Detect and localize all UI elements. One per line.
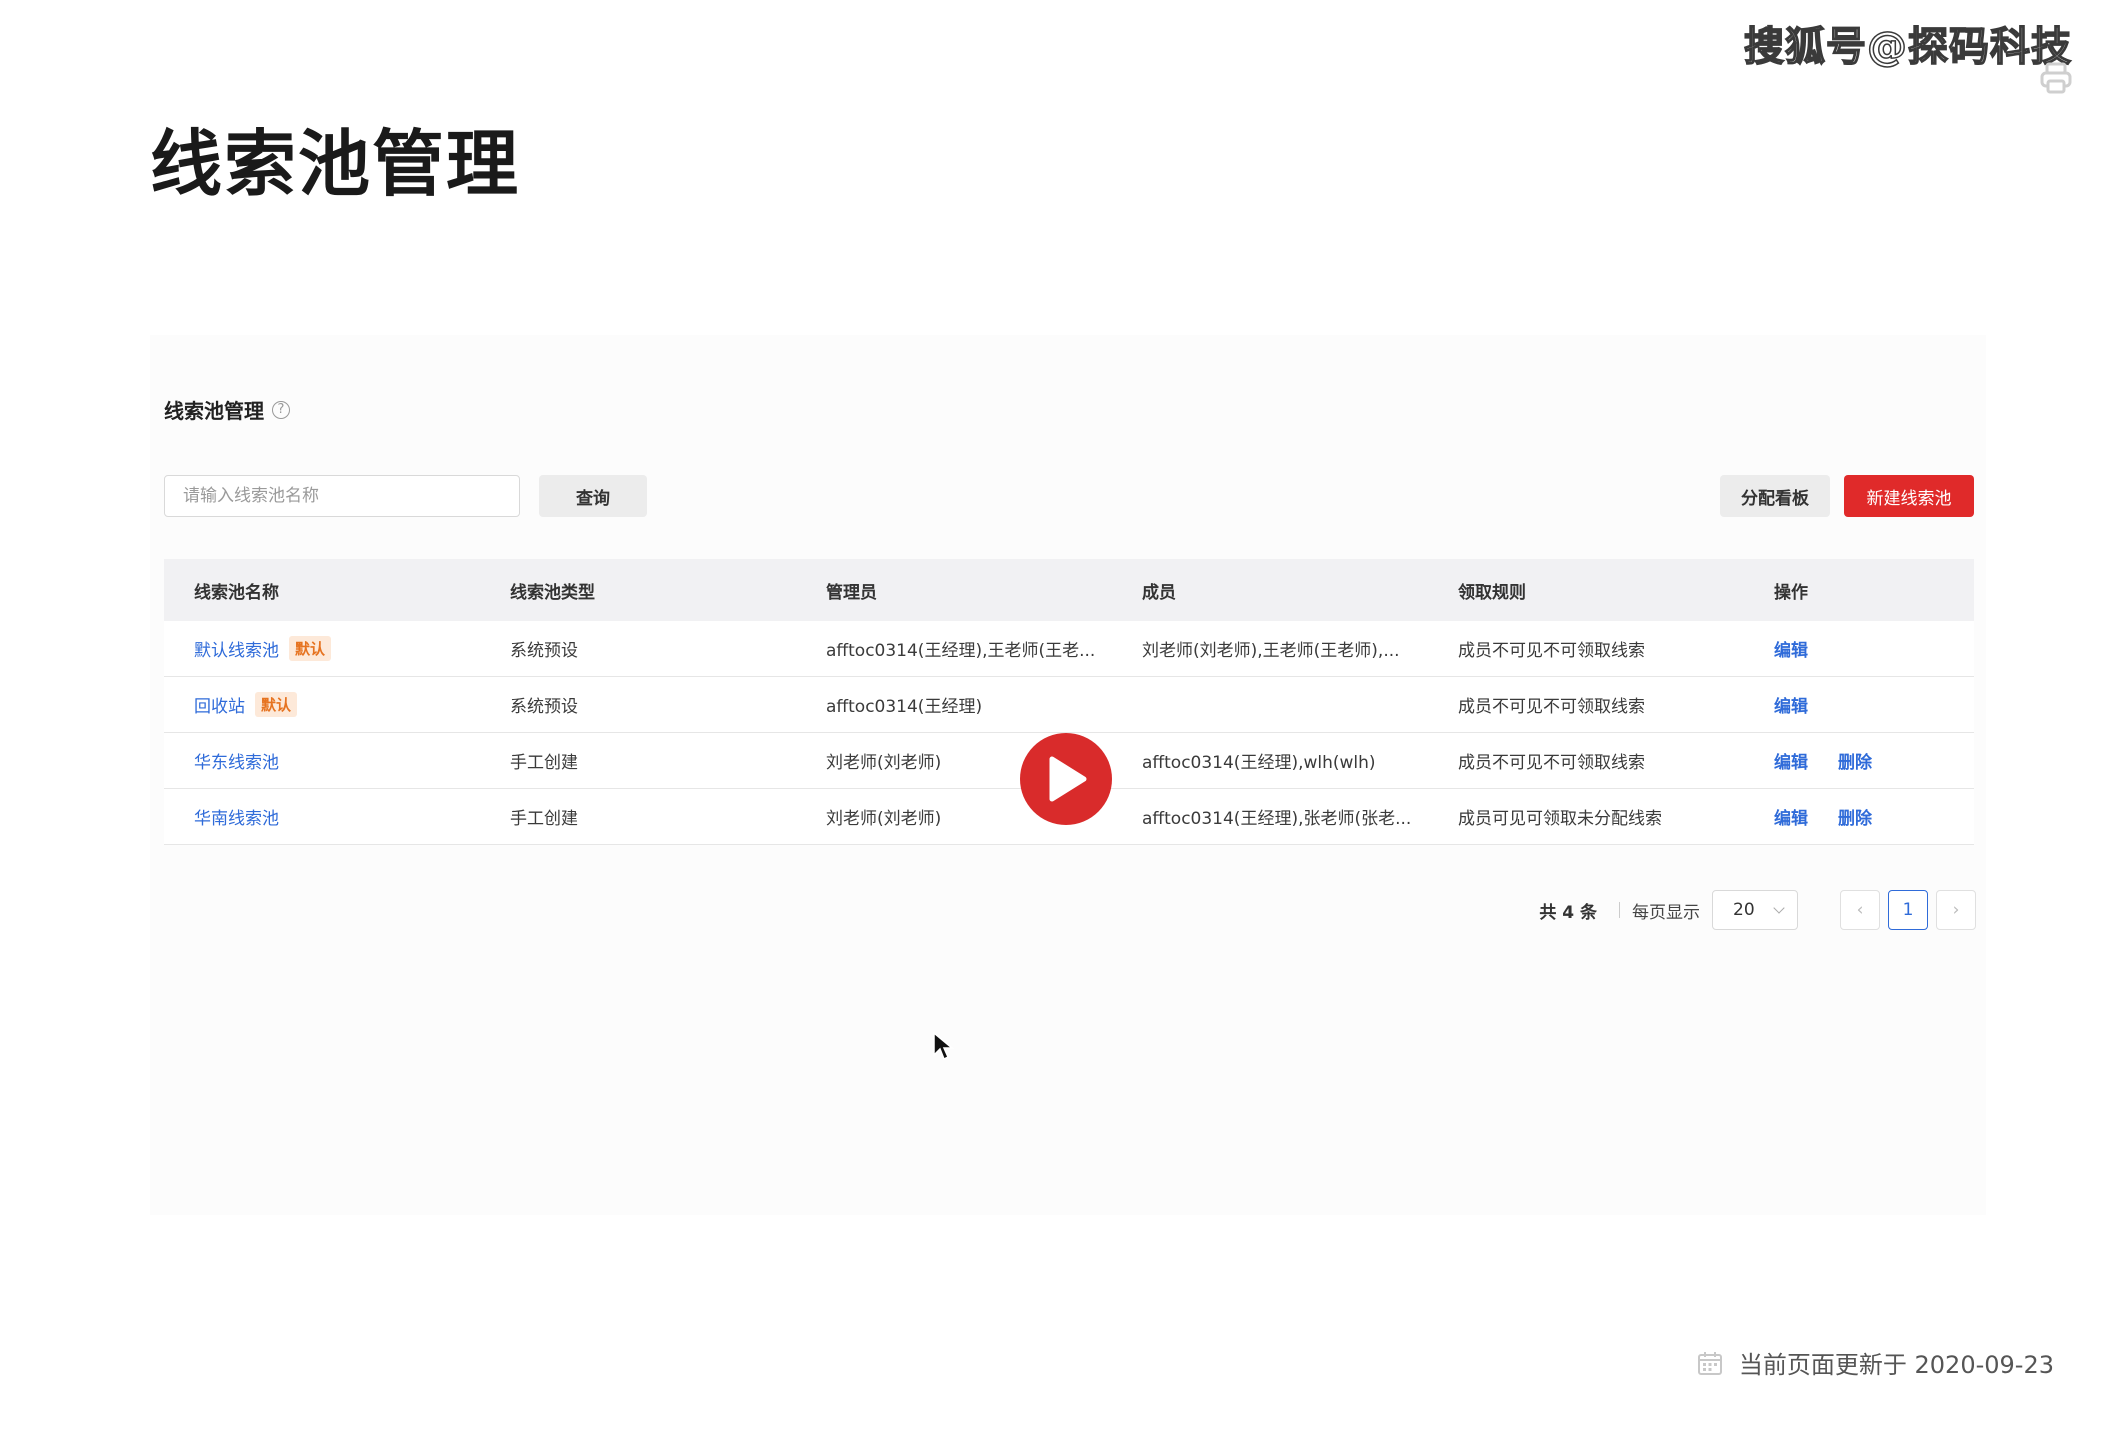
default-badge: 默认 <box>255 692 298 717</box>
pool-name-cell: 华东线索池 <box>164 748 480 773</box>
table-row: 默认线索池 默认 系统预设 afftoc0314(王经理),王老师(王老... … <box>164 621 1974 677</box>
pagination: 共 4 条 每页显示 20 ‹ 1 › <box>1539 890 1976 930</box>
video-frame[interactable]: 线索池管理 ? 查询 分配看板 新建线索池 线索池名称 线索池类型 管理员 成员… <box>150 335 1986 1215</box>
page-size-select[interactable]: 20 <box>1712 890 1798 930</box>
pool-actions: 编辑 <box>1744 636 1974 661</box>
pool-rule: 成员不可见不可领取线索 <box>1458 641 1645 661</box>
pool-rule: 成员不可见不可领取线索 <box>1458 697 1645 717</box>
pool-rule: 成员可见可领取未分配线索 <box>1458 809 1662 829</box>
pool-actions: 编辑 删除 <box>1744 804 1974 829</box>
query-button[interactable]: 查询 <box>539 475 647 517</box>
play-icon[interactable] <box>1020 733 1112 825</box>
delete-link[interactable]: 删除 <box>1838 748 1872 773</box>
header-type: 线索池类型 <box>510 582 595 603</box>
edit-link[interactable]: 编辑 <box>1774 692 1808 717</box>
pool-members: 刘老师(刘老师),王老师(王老师),... <box>1142 641 1400 661</box>
page-1-button[interactable]: 1 <box>1888 890 1928 930</box>
pool-admin: afftoc0314(王经理),王老师(王老... <box>826 641 1096 661</box>
pool-type: 手工创建 <box>510 809 578 829</box>
pool-members: afftoc0314(王经理),张老师(张老... <box>1142 809 1412 829</box>
pool-type: 手工创建 <box>510 753 578 773</box>
search-input[interactable] <box>164 475 520 517</box>
edit-link[interactable]: 编辑 <box>1774 748 1808 773</box>
pool-name-link[interactable]: 华东线索池 <box>194 748 279 773</box>
total-count: 共 4 条 <box>1539 902 1597 923</box>
help-icon[interactable]: ? <box>272 400 290 419</box>
last-updated-text: 当前页面更新于 2020-09-23 <box>1738 1351 2054 1379</box>
new-pool-button[interactable]: 新建线索池 <box>1844 475 1974 517</box>
delete-link[interactable]: 删除 <box>1838 804 1872 829</box>
pagination-divider <box>1619 902 1620 918</box>
edit-link[interactable]: 编辑 <box>1774 636 1808 661</box>
pool-type: 系统预设 <box>510 641 578 661</box>
pool-name-cell: 华南线索池 <box>164 804 480 829</box>
pool-members: afftoc0314(王经理),wlh(wlh) <box>1142 753 1376 773</box>
print-icon[interactable] <box>2038 60 2074 96</box>
header-admin: 管理员 <box>826 582 877 603</box>
page-size-value: 20 <box>1733 900 1755 920</box>
play-triangle-icon <box>1049 756 1087 802</box>
prev-page-button[interactable]: ‹ <box>1840 890 1880 930</box>
pool-name-link[interactable]: 华南线索池 <box>194 804 279 829</box>
table-row: 回收站 默认 系统预设 afftoc0314(王经理) 成员不可见不可领取线索 … <box>164 677 1974 733</box>
pool-actions: 编辑 <box>1744 692 1974 717</box>
watermark: 搜狐号@探码科技 <box>1743 23 2072 71</box>
header-rule: 领取规则 <box>1458 582 1526 603</box>
header-members: 成员 <box>1142 582 1176 603</box>
default-badge: 默认 <box>289 636 332 661</box>
edit-link[interactable]: 编辑 <box>1774 804 1808 829</box>
assign-board-button[interactable]: 分配看板 <box>1720 475 1830 517</box>
pool-actions: 编辑 删除 <box>1744 748 1974 773</box>
page-title: 线索池管理 <box>150 122 521 206</box>
pool-name-cell: 回收站 默认 <box>164 692 480 717</box>
header-actions: 操作 <box>1774 582 1808 603</box>
header-name: 线索池名称 <box>194 582 279 603</box>
chevron-down-icon <box>1773 902 1785 914</box>
cursor-icon <box>933 1031 954 1061</box>
footer: 当前页面更新于 2020-09-23 <box>1697 1345 2054 1380</box>
calendar-icon <box>1697 1351 1722 1375</box>
section-title: 线索池管理 ? <box>164 395 290 424</box>
section-title-text: 线索池管理 <box>164 399 264 423</box>
pool-name-cell: 默认线索池 默认 <box>164 636 480 661</box>
pool-rule: 成员不可见不可领取线索 <box>1458 753 1645 773</box>
next-page-button[interactable]: › <box>1936 890 1976 930</box>
pool-name-link[interactable]: 回收站 <box>194 692 245 717</box>
table-header: 线索池名称 线索池类型 管理员 成员 领取规则 操作 <box>164 559 1974 621</box>
pool-type: 系统预设 <box>510 697 578 717</box>
pool-admin: afftoc0314(王经理) <box>826 697 983 717</box>
per-page-label: 每页显示 <box>1632 902 1700 923</box>
pool-name-link[interactable]: 默认线索池 <box>194 636 279 661</box>
